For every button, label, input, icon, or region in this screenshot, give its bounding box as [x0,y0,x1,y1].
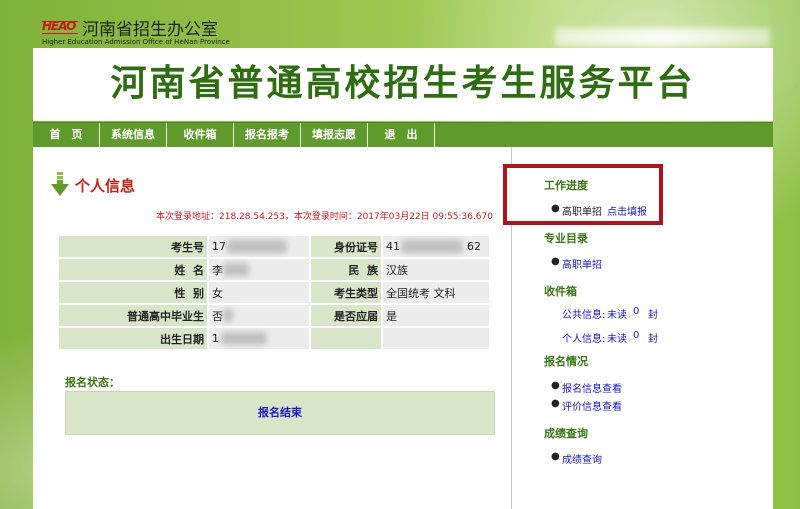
banner-title: 河南省普通高校招生考生服务平台 [110,63,696,104]
table-row: 姓 名 李 民 族 汉族 [59,259,489,280]
inbox-personal-status: 未读 [607,334,627,345]
progress-apply-link[interactable]: 点击填报 [607,203,647,218]
table-row: 出生日期 1 [59,328,489,349]
main-nav: 首 页 系统信息 收件箱 报名报考 填报志愿 退 出 [33,122,773,147]
birth-date-label: 出生日期 [59,328,207,349]
majors-item-link[interactable]: 高职单招 [562,256,602,271]
bullet-icon: ● [551,203,560,214]
profile-panel: 个人信息 本次登录地址：218.28.54.253，本次登录时间：2017年03… [33,147,503,509]
name-label: 姓 名 [59,259,207,280]
bullet-icon: ● [551,380,560,391]
sidebar-registration-title: 报名情况 [544,355,588,368]
is-current-label: 是否应届 [311,305,381,326]
exam-type-value: 全国统考 文科 [383,282,489,303]
org-name: 河南省招生办公室 [82,20,218,40]
nav-application[interactable]: 填报志愿 [301,123,368,147]
nav-inbox[interactable]: 收件箱 [167,123,234,147]
gender-label: 性 别 [59,282,207,303]
table-row: 普通高中毕业生 否 是否应届 是 [59,305,489,326]
bullet-icon: ● [551,256,560,267]
org-subtitle: Higher Education Admission Office of HeN… [42,38,230,46]
status-value: 报名结束 [258,406,302,419]
redacted-user-info [555,28,770,46]
progress-item: 高职单招 [562,207,602,218]
banner: 河南省普通高校招生考生服务平台 [33,48,773,121]
exam-no-label: 考生号 [59,236,207,257]
bullet-icon: ● [551,451,560,462]
inbox-public-label[interactable]: 公共信息: [562,306,605,321]
login-info: 本次登录地址：218.28.54.253，本次登录时间：2017年03月22日 … [156,212,493,222]
inbox-personal-count: 0 [633,330,640,341]
is-current-value: 是 [383,305,489,326]
ethnicity-label: 民 族 [311,259,381,280]
inbox-public-unit: 封 [648,310,658,321]
table-row: 考生号 17 身份证号 41 62 [59,236,489,257]
nav-system-info[interactable]: 系统信息 [100,123,167,147]
inbox-public-status: 未读 [607,310,627,321]
hs-grad-value: 否 [209,305,309,326]
sidebar-majors-title: 专业目录 [544,232,588,245]
id-no-value: 41 62 [383,236,489,257]
inbox-personal-label[interactable]: 个人信息: [562,330,605,345]
inbox-public-count: 0 [633,306,640,317]
empty-value [383,328,489,349]
registration-info-link[interactable]: 报名信息查看 [562,380,622,395]
section-title: 个人信息 [75,177,136,195]
sidebar-inbox-title: 收件箱 [544,285,577,298]
empty-label [311,328,381,349]
bullet-icon: ● [551,398,560,409]
sidebar-progress-title: 工作进度 [544,179,588,192]
birth-date-value: 1 [209,328,309,349]
nav-logout[interactable]: 退 出 [368,123,435,147]
evaluation-info-link[interactable]: 评价信息查看 [562,398,622,413]
id-no-label: 身份证号 [311,236,381,257]
sidebar-scores-title: 成绩查询 [544,427,588,440]
status-box: 报名结束 [65,391,495,435]
exam-type-label: 考生类型 [311,282,381,303]
gender-value: 女 [209,282,309,303]
table-row: 性 别 女 考生类型 全国统考 文科 [59,282,489,303]
exam-no-value: 17 [209,236,309,257]
nav-home[interactable]: 首 页 [33,123,100,147]
nav-registration[interactable]: 报名报考 [234,123,301,147]
scores-query-link[interactable]: 成绩查询 [562,451,602,466]
status-label: 报名状态： [65,376,120,389]
inbox-personal-unit: 封 [648,334,658,345]
profile-table: 考生号 17 身份证号 41 62 姓 名 李 民 族 汉族 性 别 女 考生类型… [57,234,491,351]
name-value: 李 [209,259,309,280]
hs-grad-label: 普通高中毕业生 [59,305,207,326]
ethnicity-value: 汉族 [383,259,489,280]
down-arrow-icon [51,172,69,196]
heao-logo-mark: HEAO [42,16,78,36]
